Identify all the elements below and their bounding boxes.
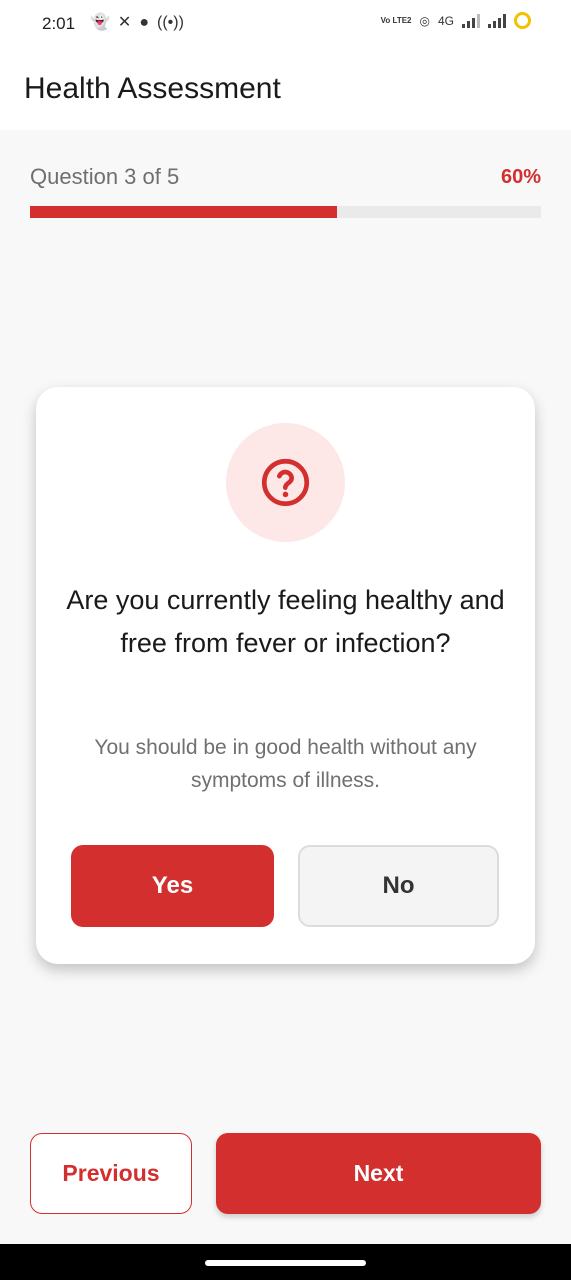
whatsapp-icon: ● xyxy=(139,14,149,31)
next-button[interactable]: Next xyxy=(216,1133,541,1214)
volte-icon: Vo LTE2 xyxy=(380,15,412,25)
wifi-icon: ◎ xyxy=(419,13,430,28)
status-bar: 2:01 👻 ✕ ● ((•)) Vo LTE2 ◎ 4G xyxy=(0,0,571,50)
status-time: 2:01 xyxy=(42,14,76,33)
yes-button[interactable]: Yes xyxy=(71,845,274,927)
system-status-icons: Vo LTE2 ◎ 4G xyxy=(381,12,531,29)
page-title: Health Assessment xyxy=(24,72,281,105)
battery-icon xyxy=(514,12,531,29)
signal-icon-1 xyxy=(462,13,480,28)
notification-icons: 👻 ✕ ● ((•)) xyxy=(90,12,184,34)
app-bar: Health Assessment xyxy=(0,50,571,130)
network-type: 4G xyxy=(437,13,454,28)
home-gesture-bar[interactable] xyxy=(205,1260,366,1266)
help-circle-icon xyxy=(261,458,310,507)
progress-bar xyxy=(30,206,541,218)
previous-button[interactable]: Previous xyxy=(30,1133,192,1214)
hotspot-icon: ((•)) xyxy=(157,14,184,31)
question-text: Are you currently feeling healthy and fr… xyxy=(66,585,505,658)
progress-label: Question 3 of 5 xyxy=(30,164,180,189)
question-hint: You should be in good health without any… xyxy=(94,736,477,792)
snapchat-icon: 👻 xyxy=(90,14,110,31)
x-icon: ✕ xyxy=(117,14,132,31)
progress-percent: 60% xyxy=(500,166,541,188)
question-card: Are you currently feeling healthy and fr… xyxy=(36,387,535,964)
signal-icon-2 xyxy=(488,13,506,28)
icon-badge xyxy=(226,423,345,542)
no-button[interactable]: No xyxy=(298,845,499,927)
system-nav-bar xyxy=(0,1244,571,1280)
progress-bar-fill xyxy=(30,206,337,218)
